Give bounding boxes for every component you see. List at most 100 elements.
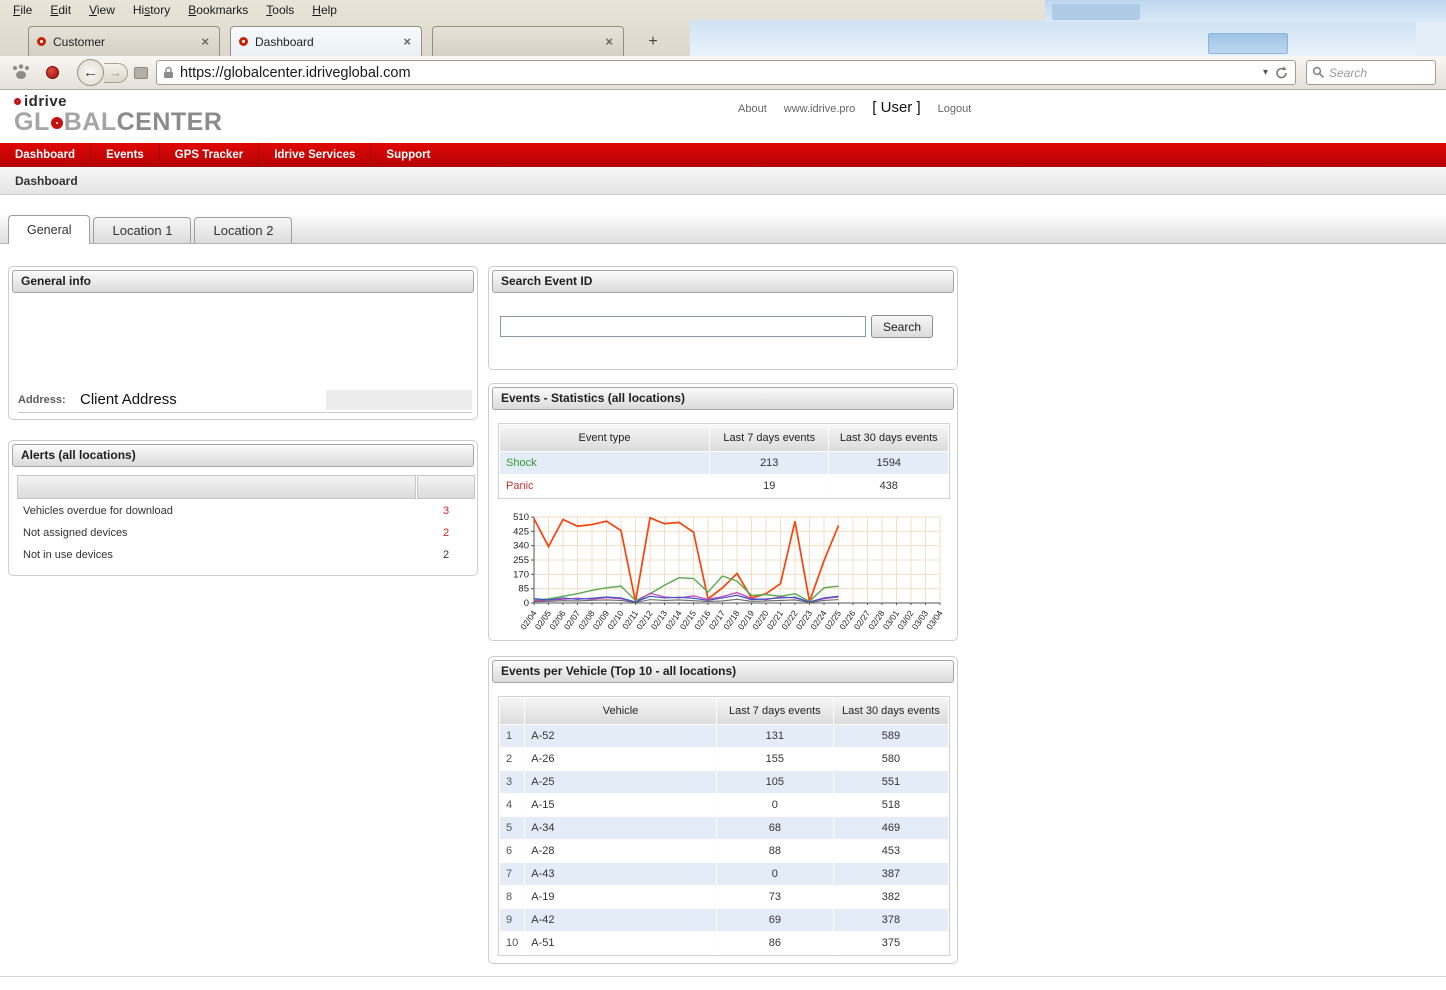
logo-ring-icon	[51, 117, 63, 129]
new-tab-button[interactable]: +	[640, 32, 666, 52]
header-link-logout[interactable]: Logout	[938, 103, 972, 115]
tab-close-icon[interactable]: ×	[199, 34, 211, 49]
table-row: 8A-1973382	[500, 886, 948, 908]
url-bar[interactable]: https://globalcenter.idriveglobal.com ▾	[156, 60, 1296, 85]
browser-search[interactable]	[1306, 60, 1436, 85]
menu-file[interactable]: File	[4, 1, 41, 19]
vehicle-table: VehicleLast 7 days eventsLast 30 days ev…	[498, 696, 950, 956]
column-header	[17, 475, 416, 499]
search-icon	[1312, 66, 1325, 79]
bookmarks-icon[interactable]	[134, 67, 148, 79]
svg-text:255: 255	[513, 555, 529, 566]
browser-tab-dashboard[interactable]: Dashboard×	[230, 26, 422, 56]
logo-globalcenter: GL BAL CENTER	[14, 108, 222, 137]
statistics-table: Event typeLast 7 days eventsLast 30 days…	[498, 423, 950, 499]
header-link-site[interactable]: www.idrive.pro	[784, 103, 856, 115]
panel-title: General info	[12, 270, 474, 293]
menu-bar: FileEditViewHistoryBookmarksToolsHelp	[0, 0, 346, 20]
navigation-toolbar: ← → https://globalcenter.idriveglobal.co…	[0, 56, 1446, 90]
menu-help[interactable]: Help	[303, 1, 346, 19]
tab-favicon-icon	[239, 37, 248, 46]
svg-text:170: 170	[513, 569, 529, 580]
page-footer-line	[0, 976, 1446, 977]
alerts-header-row	[17, 475, 475, 499]
page-tabs: GeneralLocation 1Location 2	[0, 215, 1446, 244]
browser-tab-blank[interactable]: ×	[432, 26, 624, 56]
background-window	[1416, 22, 1446, 56]
menu-view[interactable]: View	[80, 1, 124, 19]
menu-edit[interactable]: Edit	[41, 1, 80, 19]
url-text[interactable]: https://globalcenter.idriveglobal.com	[180, 65, 1257, 81]
tab-location-2[interactable]: Location 2	[194, 217, 292, 243]
chart-series-gray	[534, 599, 839, 602]
nav-idrive-services[interactable]: Idrive Services	[258, 143, 370, 167]
breadcrumb: Dashboard	[0, 167, 1446, 195]
browser-tab-customer[interactable]: Customer×	[28, 26, 220, 56]
forward-button[interactable]: →	[104, 63, 128, 83]
events-per-vehicle-panel: Events per Vehicle (Top 10 - all locatio…	[488, 656, 958, 964]
address-row: Address: Client Address	[18, 387, 472, 413]
panel-title: Events per Vehicle (Top 10 - all locatio…	[492, 660, 954, 683]
reload-icon[interactable]	[1274, 65, 1289, 80]
address-field	[326, 390, 472, 410]
vehicle-tbody: 1A-521315892A-261555803A-251055514A-1505…	[500, 725, 948, 954]
stats-head-row: Event typeLast 7 days eventsLast 30 days…	[500, 425, 948, 451]
back-button[interactable]: ←	[77, 59, 104, 86]
general-info-panel: General info Address: Client Address	[8, 266, 478, 420]
stats-row: Shock2131594	[500, 452, 948, 474]
header-link-user[interactable]: [ User ]	[872, 99, 920, 116]
tab-location-1[interactable]: Location 1	[93, 217, 191, 243]
menu-tools[interactable]: Tools	[257, 1, 303, 19]
browser-tabs: Customer×Dashboard××+	[0, 22, 666, 56]
events-chart: 08517025534042551002/0402/0502/0602/0702…	[498, 511, 950, 645]
search-button[interactable]: Search	[871, 315, 933, 338]
browser-chrome: FileEditViewHistoryBookmarksToolsHelp Cu…	[0, 0, 1446, 90]
vehicle-head-row: VehicleLast 7 days eventsLast 30 days ev…	[500, 698, 948, 724]
alerts-panel: Alerts (all locations) Vehicles overdue …	[8, 440, 478, 576]
screen: FileEditViewHistoryBookmarksToolsHelp Cu…	[0, 0, 1446, 990]
tab-close-icon[interactable]: ×	[401, 34, 413, 49]
url-dropdown-icon[interactable]: ▾	[1257, 67, 1274, 78]
stats-tbody: Shock2131594Panic19438	[500, 452, 948, 497]
menu-history[interactable]: History	[124, 1, 179, 19]
logo-text-center: CENTER	[117, 108, 223, 137]
column-header: Last 7 days events	[717, 698, 833, 724]
address-value: Client Address	[80, 391, 326, 408]
nav-support[interactable]: Support	[370, 143, 445, 167]
tab-favicon-icon	[37, 37, 46, 46]
tab-close-icon[interactable]: ×	[603, 34, 615, 49]
nav-gps-tracker[interactable]: GPS Tracker	[159, 143, 258, 167]
logo-text-bal: BAL	[64, 108, 117, 137]
nav-events[interactable]: Events	[90, 143, 159, 167]
svg-text:340: 340	[513, 541, 529, 552]
alerts-tbody: Vehicles overdue for download3Not assign…	[17, 500, 475, 565]
record-icon[interactable]	[46, 66, 59, 79]
tab-title: Dashboard	[255, 35, 401, 49]
logo-ring-icon	[14, 98, 21, 105]
column-header: Last 30 days events	[834, 698, 948, 724]
event-id-input[interactable]	[500, 316, 866, 337]
lock-icon	[163, 66, 174, 79]
svg-text:85: 85	[518, 584, 529, 595]
paw-icon[interactable]	[10, 63, 32, 83]
background-window	[1208, 33, 1288, 54]
main-nav: DashboardEventsGPS TrackerIdrive Service…	[0, 143, 1446, 167]
svg-text:510: 510	[513, 512, 529, 523]
tab-general[interactable]: General	[8, 215, 90, 244]
panel-title: Events - Statistics (all locations)	[492, 387, 954, 410]
table-row: 6A-2888453	[500, 840, 948, 862]
nav-dashboard[interactable]: Dashboard	[0, 143, 90, 167]
table-row: 1A-52131589	[500, 725, 948, 747]
menu-bookmarks[interactable]: Bookmarks	[179, 1, 257, 19]
svg-text:425: 425	[513, 526, 529, 537]
header-links: About www.idrive.pro [ User ] Logout	[738, 99, 971, 116]
browser-search-input[interactable]	[1329, 66, 1419, 80]
search-event-panel: Search Event ID Search	[488, 266, 958, 370]
column-header: Event type	[500, 425, 709, 451]
alert-row: Vehicles overdue for download3	[17, 500, 475, 521]
header-link-about[interactable]: About	[738, 103, 767, 115]
site-logo[interactable]: idrive GL BAL CENTER	[14, 93, 222, 137]
logo-text-gl: GL	[14, 108, 50, 137]
alert-row: Not in use devices2	[17, 544, 475, 565]
statistics-panel: Events - Statistics (all locations) Even…	[488, 383, 958, 641]
